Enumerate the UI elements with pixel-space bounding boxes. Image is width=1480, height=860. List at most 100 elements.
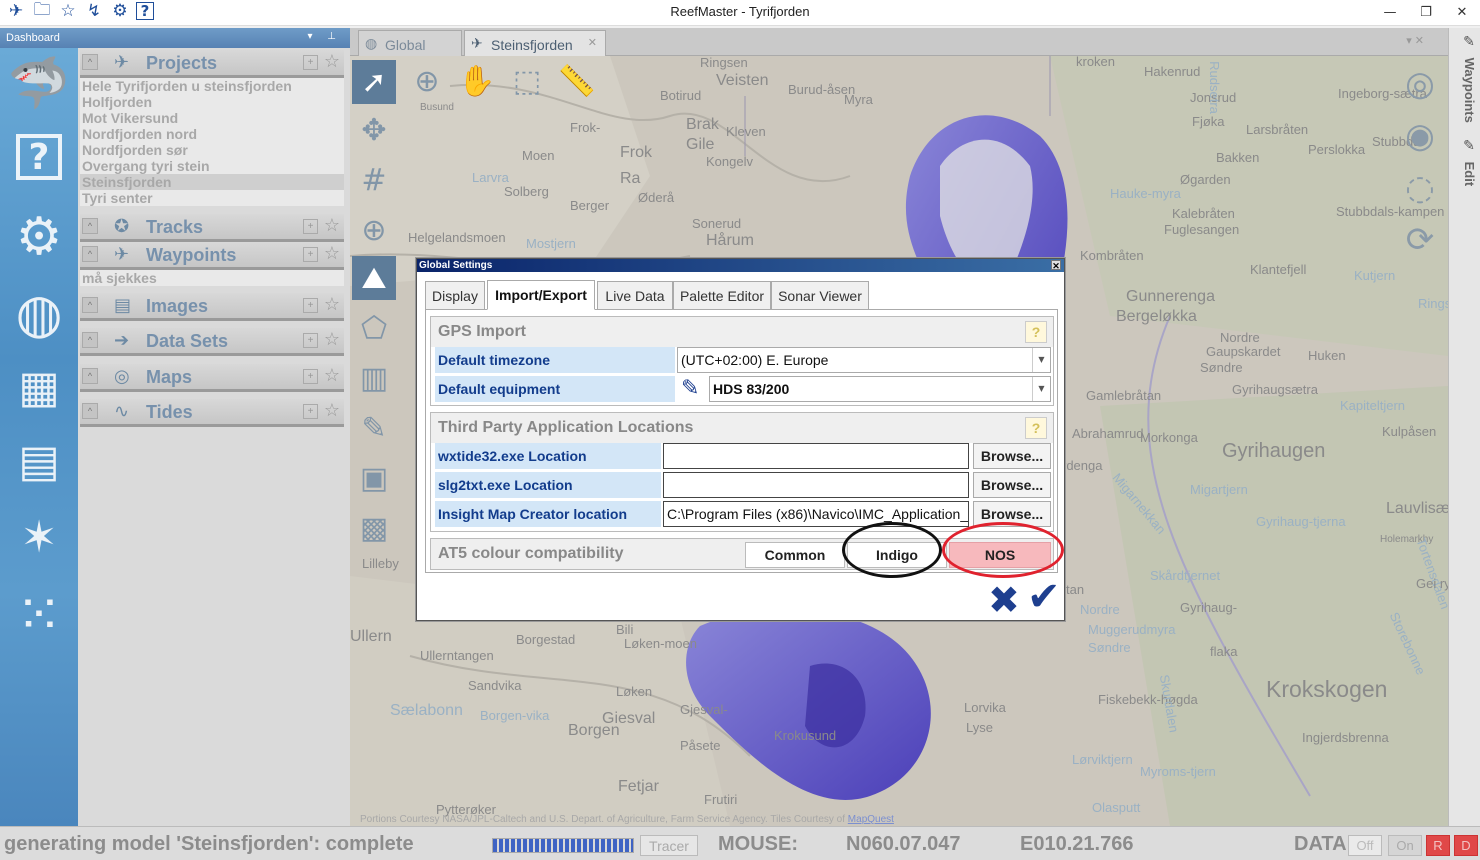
project-item[interactable]: Mot Vikersund bbox=[80, 110, 344, 126]
waypoint-item[interactable]: må sjekkes bbox=[80, 270, 344, 286]
ring-icon[interactable]: ◌ bbox=[1396, 164, 1444, 212]
pointer-tool-icon[interactable]: ➚ bbox=[352, 60, 396, 104]
chevron-down-icon[interactable]: ▼ bbox=[1032, 348, 1050, 372]
favourite-star-icon[interactable]: ☆ bbox=[324, 400, 340, 421]
tab-steinsfjorden[interactable]: ✈ Steinsfjorden ✕ bbox=[464, 30, 606, 56]
tab-import-export[interactable]: Import/Export bbox=[487, 280, 595, 310]
side-tab-edit[interactable]: ✎ Edit bbox=[1453, 138, 1477, 186]
tab-live-data[interactable]: Live Data bbox=[597, 281, 673, 309]
collapse-icon[interactable]: ^ bbox=[82, 218, 98, 234]
add-map-icon[interactable]: + bbox=[303, 369, 318, 384]
region-tool-icon[interactable]: ⛰ bbox=[352, 256, 396, 300]
slg2txt-browse-button[interactable]: Browse... bbox=[973, 472, 1051, 498]
demo-button[interactable]: D bbox=[1454, 835, 1478, 856]
section-maps[interactable]: ^ ◎ Maps + ☆ bbox=[80, 364, 344, 392]
cancel-icon[interactable]: ✖ bbox=[988, 581, 1020, 619]
select-tool-icon[interactable]: ⬚ bbox=[502, 56, 552, 106]
at5-indigo-button[interactable]: Indigo bbox=[847, 542, 947, 568]
favourite-star-icon[interactable]: ☆ bbox=[324, 243, 340, 264]
section-data-sets[interactable]: ^ ➔ Data Sets + ☆ bbox=[80, 328, 344, 356]
insight-browse-button[interactable]: Browse... bbox=[973, 501, 1051, 527]
boat-tool-icon[interactable]: ⬠ bbox=[352, 306, 396, 350]
wxtide-path-input[interactable] bbox=[663, 443, 969, 469]
data-on-button[interactable]: On bbox=[1388, 835, 1422, 856]
section-tides[interactable]: ^ ∿ Tides + ☆ bbox=[80, 399, 344, 427]
favourite-star-icon[interactable]: ☆ bbox=[324, 294, 340, 315]
close-button[interactable]: ✕ bbox=[1444, 0, 1480, 24]
tab-palette-editor[interactable]: Palette Editor bbox=[673, 281, 771, 309]
collapse-icon[interactable]: ^ bbox=[82, 297, 98, 313]
add-track-icon[interactable]: + bbox=[303, 219, 318, 234]
help-icon[interactable]: ? bbox=[1025, 417, 1047, 439]
insight-path-input[interactable]: C:\Program Files (x86)\Navico\IMC_Applic… bbox=[663, 501, 969, 527]
side-tab-waypoints[interactable]: ✎ Waypoints bbox=[1453, 34, 1477, 123]
settings-gear-icon[interactable]: ⚙ bbox=[10, 207, 68, 267]
help-icon[interactable]: ? bbox=[16, 134, 62, 180]
favourite-star-icon[interactable]: ☆ bbox=[324, 329, 340, 350]
tab-close-icon[interactable]: ✕ bbox=[588, 36, 597, 49]
add-tide-icon[interactable]: + bbox=[303, 404, 318, 419]
tab-sonar-viewer[interactable]: Sonar Viewer bbox=[771, 281, 869, 309]
chevron-down-icon[interactable]: ▼ bbox=[1032, 377, 1050, 401]
project-item[interactable]: Hele Tyrifjorden u steinsfjorden bbox=[80, 78, 344, 94]
record-button[interactable]: R bbox=[1426, 835, 1450, 856]
dialog-close-icon[interactable]: ✕ bbox=[1051, 260, 1061, 271]
sonar-icon[interactable]: ◉ bbox=[1396, 112, 1444, 160]
bubbles-icon[interactable]: ⁙ bbox=[10, 583, 68, 648]
move-tool-icon[interactable]: ✥ bbox=[352, 108, 396, 152]
collapse-icon[interactable]: ^ bbox=[82, 368, 98, 384]
shark-icon[interactable]: 🦈 bbox=[8, 54, 70, 112]
zoom-in-tool-icon[interactable]: ⊕ bbox=[352, 208, 396, 252]
data-off-button[interactable]: Off bbox=[1348, 835, 1382, 856]
project-item[interactable]: Tyri senter bbox=[80, 190, 344, 206]
pan-tool-icon[interactable]: ✋ bbox=[452, 56, 502, 106]
collapse-icon[interactable]: ^ bbox=[82, 403, 98, 419]
pattern-tool-icon[interactable]: ▩ bbox=[352, 506, 396, 550]
edit-equipment-icon[interactable]: ✎ bbox=[681, 376, 699, 401]
attribution-link[interactable]: MapQuest bbox=[848, 814, 894, 825]
at5-nos-button[interactable]: NOS bbox=[949, 542, 1051, 568]
zoom-tool-icon[interactable]: ⊕ bbox=[402, 56, 452, 106]
layers-icon[interactable]: ▦ bbox=[10, 358, 68, 416]
section-waypoints[interactable]: ^ ✈ Waypoints + ☆ bbox=[80, 242, 344, 270]
project-item[interactable]: Nordfjorden nord bbox=[80, 126, 344, 142]
project-item[interactable]: Holfjorden bbox=[80, 94, 344, 110]
restore-button[interactable]: ❐ bbox=[1408, 0, 1444, 24]
tab-display[interactable]: Display bbox=[425, 281, 485, 309]
tracer-button[interactable]: Tracer bbox=[640, 835, 698, 856]
project-item-selected[interactable]: Steinsfjorden bbox=[80, 174, 344, 190]
section-images[interactable]: ^ ▤ Images + ☆ bbox=[80, 293, 344, 321]
help-icon[interactable]: ? bbox=[1025, 321, 1047, 343]
project-item[interactable]: Nordfjorden sør bbox=[80, 142, 344, 158]
refresh-icon[interactable]: ⟳ bbox=[1396, 216, 1444, 264]
collapse-icon[interactable]: ^ bbox=[82, 54, 98, 70]
favourite-star-icon[interactable]: ☆ bbox=[324, 51, 340, 72]
tab-menu-icon[interactable]: ▾ ✕ bbox=[1406, 34, 1424, 47]
ok-icon[interactable]: ✔ bbox=[1027, 577, 1061, 617]
collapse-icon[interactable]: ^ bbox=[82, 332, 98, 348]
print-tool-icon[interactable]: ▣ bbox=[352, 456, 396, 500]
add-data-set-icon[interactable]: + bbox=[303, 333, 318, 348]
collapse-icon[interactable]: ^ bbox=[82, 246, 98, 262]
section-projects[interactable]: ^ ✈ Projects + ☆ bbox=[80, 50, 344, 78]
files-icon[interactable]: ▤ bbox=[10, 432, 68, 490]
globe-icon[interactable]: ◍ bbox=[10, 282, 68, 345]
layers-tool-icon[interactable]: ▥ bbox=[352, 356, 396, 400]
measure-tool-icon[interactable]: 📏 bbox=[552, 56, 602, 106]
add-project-icon[interactable]: + bbox=[303, 55, 318, 70]
timezone-select[interactable]: (UTC+02:00) E. Europe ▼ bbox=[677, 347, 1051, 373]
tab-global-view[interactable]: ◍ Global View bbox=[358, 30, 462, 69]
dashboard-pin-icon[interactable]: ▾ ⊥ bbox=[307, 31, 342, 42]
add-image-icon[interactable]: + bbox=[303, 298, 318, 313]
project-item[interactable]: Overgang tyri stein bbox=[80, 158, 344, 174]
slg2txt-path-input[interactable] bbox=[663, 472, 969, 498]
equipment-select[interactable]: HDS 83/200 ▼ bbox=[709, 376, 1051, 402]
grid-tool-icon[interactable]: # bbox=[352, 158, 396, 202]
add-waypoint-icon[interactable]: + bbox=[303, 247, 318, 262]
satellite-icon[interactable]: ✶ bbox=[10, 508, 68, 566]
target-icon[interactable]: ◎ bbox=[1396, 60, 1444, 108]
section-tracks[interactable]: ^ ✪ Tracks + ☆ bbox=[80, 214, 344, 242]
favourite-star-icon[interactable]: ☆ bbox=[324, 215, 340, 236]
favourite-star-icon[interactable]: ☆ bbox=[324, 365, 340, 386]
wxtide-browse-button[interactable]: Browse... bbox=[973, 443, 1051, 469]
